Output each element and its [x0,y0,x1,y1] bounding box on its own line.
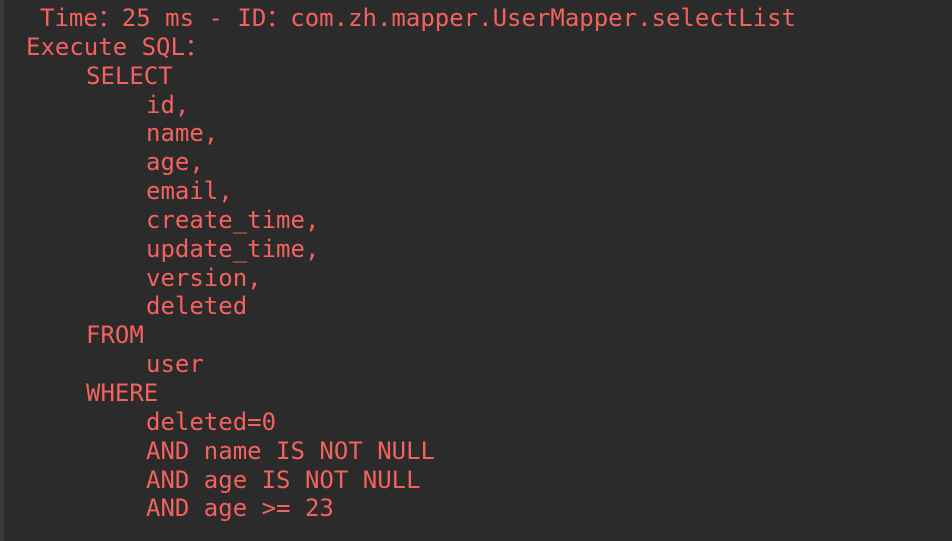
sql-line: AND name IS NOT NULL [146,436,435,465]
sql-line: WHERE [86,378,159,407]
execute-sql-label: Execute SQL： [26,32,209,61]
sql-log-header: Time：25 ms - ID：com.zh.mapper.UserMapper… [40,4,797,32]
sql-line: FROM [86,321,144,350]
sql-line: update_time, [146,234,320,263]
sql-line: deleted=0 [146,407,277,436]
sql-line: SELECT [86,61,173,90]
sql-line: user [146,350,204,379]
sql-line: create_time, [146,205,320,234]
sql-line: email, [146,177,233,206]
sql-line: deleted [146,292,248,321]
sql-line: version, [146,263,262,292]
sql-line: name, [146,119,219,148]
sql-line: id, [146,90,190,119]
sql-line: AND age IS NOT NULL [146,465,421,494]
sql-line: AND age >= 23 [146,494,334,523]
console-output: Time：25 ms - ID：com.zh.mapper.UserMapper… [0,4,952,523]
sql-line: age, [146,148,204,177]
